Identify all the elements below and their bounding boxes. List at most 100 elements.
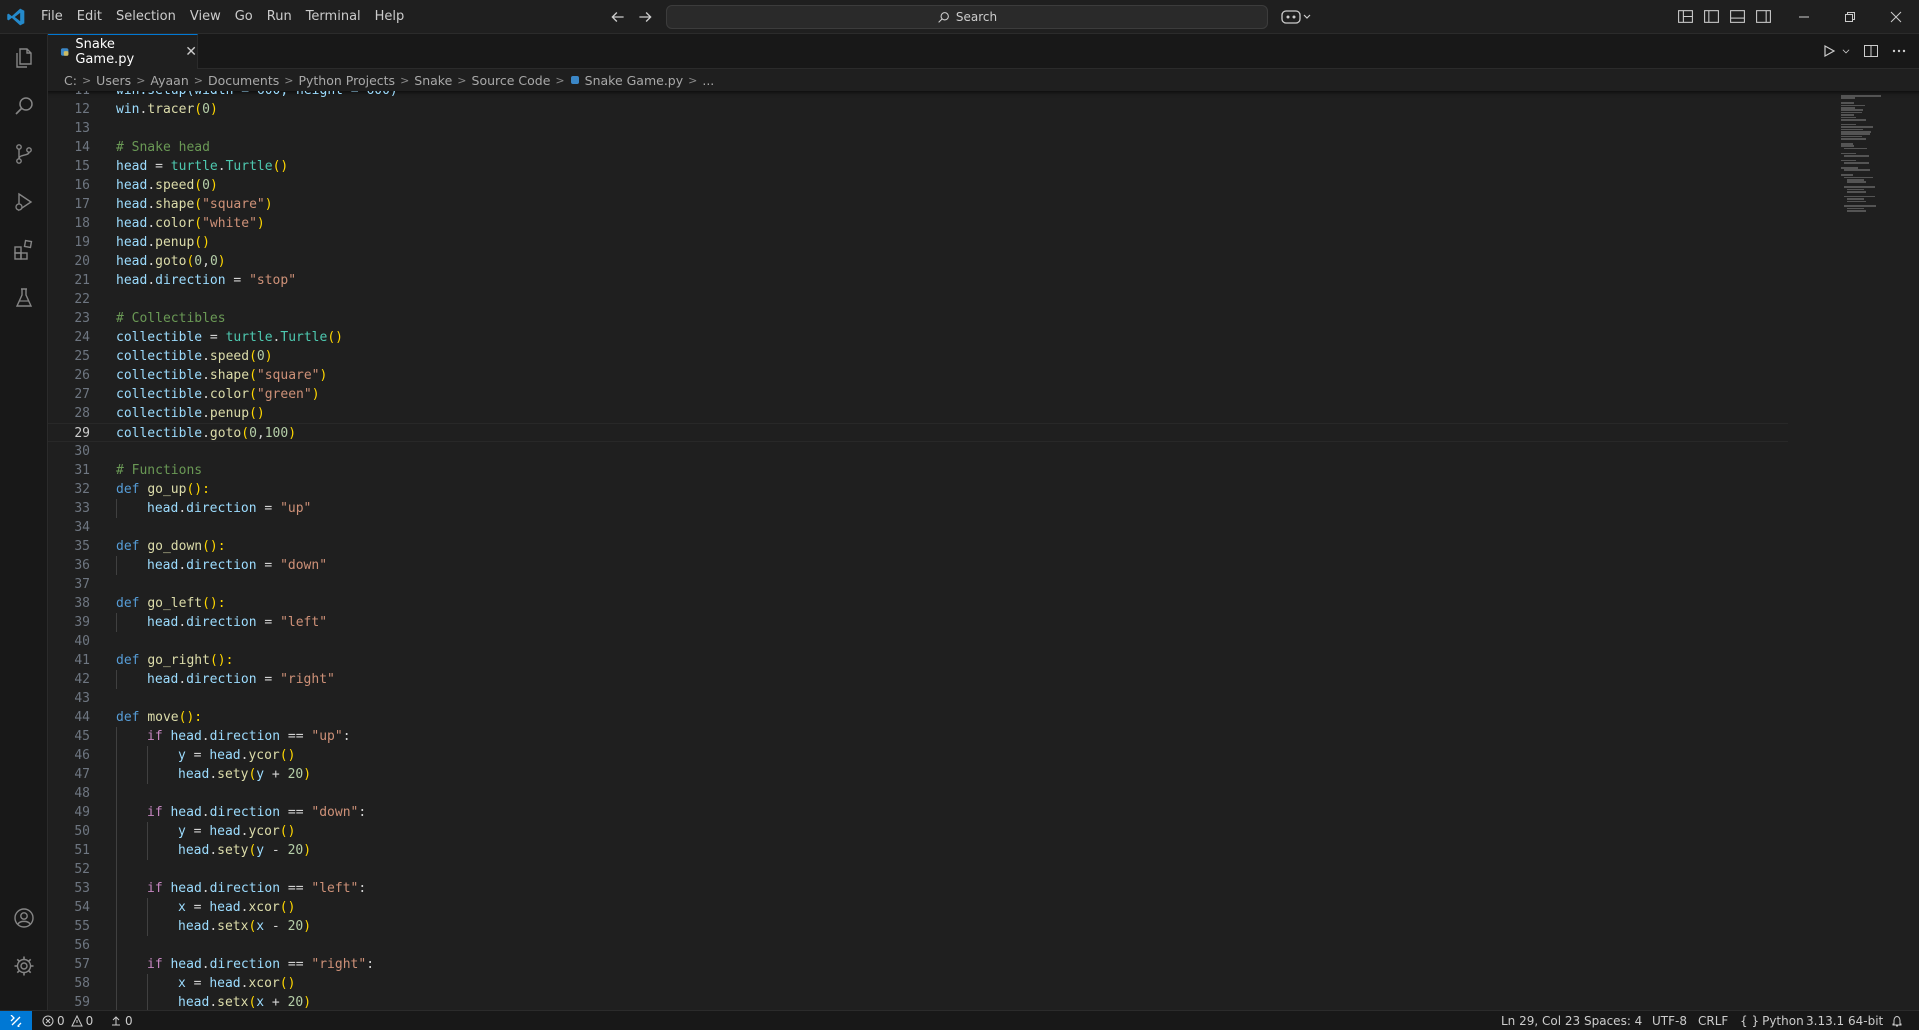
breadcrumb-ayaan[interactable]: Ayaan xyxy=(150,73,188,88)
run-icon[interactable] xyxy=(1821,43,1837,59)
run-dropdown-chevron-icon[interactable] xyxy=(1841,43,1851,59)
code-line[interactable]: 15 head = turtle.Turtle() xyxy=(48,157,1788,176)
code-line[interactable]: 38 def go_left(): xyxy=(48,594,1788,613)
language-mode[interactable]: { } Python xyxy=(1740,1011,1804,1030)
code-line[interactable]: 59 head.setx(x + 20) xyxy=(48,993,1788,1010)
code-line[interactable]: 18 head.color("white") xyxy=(48,214,1788,233)
code-line[interactable]: 48 xyxy=(48,784,1788,803)
code-line[interactable]: 46 y = head.ycor() xyxy=(48,746,1788,765)
explorer-button[interactable] xyxy=(0,34,48,82)
toggle-primary-sidebar-icon[interactable] xyxy=(1703,8,1720,25)
code-line[interactable]: 16 head.speed(0) xyxy=(48,176,1788,195)
extensions-button[interactable] xyxy=(0,226,48,274)
code-line[interactable]: 42 head.direction = "right" xyxy=(48,670,1788,689)
code-line[interactable]: 45 if head.direction == "up": xyxy=(48,727,1788,746)
code-line[interactable]: 33 head.direction = "up" xyxy=(48,499,1788,518)
remote-button[interactable] xyxy=(0,1011,32,1030)
code-line[interactable]: 55 head.setx(x - 20) xyxy=(48,917,1788,936)
code-line[interactable]: 39 head.direction = "left" xyxy=(48,613,1788,632)
breadcrumb-file[interactable]: Snake Game.py xyxy=(585,73,684,88)
breadcrumb-symbols[interactable]: ... xyxy=(702,73,714,88)
end-of-line[interactable]: CRLF xyxy=(1698,1011,1728,1030)
code-line[interactable]: 56 xyxy=(48,936,1788,955)
customize-layout-icon[interactable] xyxy=(1677,8,1694,25)
search-view-button[interactable] xyxy=(0,82,48,130)
run-debug-button[interactable] xyxy=(0,178,48,226)
code-line[interactable]: 32 def go_up(): xyxy=(48,480,1788,499)
ports-indicator[interactable]: 0 xyxy=(110,1011,133,1030)
code-line[interactable]: 12 win.tracer(0) xyxy=(48,100,1788,119)
back-arrow-icon[interactable] xyxy=(609,8,627,26)
code-line[interactable]: 25 collectible.speed(0) xyxy=(48,347,1788,366)
breadcrumb-python-projects[interactable]: Python Projects xyxy=(298,73,395,88)
menu-terminal[interactable]: Terminal xyxy=(299,0,368,34)
code-line[interactable]: 24 collectible = turtle.Turtle() xyxy=(48,328,1788,347)
code-line[interactable]: 40 xyxy=(48,632,1788,651)
code-line[interactable]: 13 xyxy=(48,119,1788,138)
minimize-button[interactable] xyxy=(1781,0,1827,34)
close-icon[interactable]: ✕ xyxy=(185,44,197,60)
code-line[interactable]: 35 def go_down(): xyxy=(48,537,1788,556)
restore-button[interactable] xyxy=(1827,0,1873,34)
accounts-button[interactable] xyxy=(0,894,48,942)
code-line[interactable]: 21 head.direction = "stop" xyxy=(48,271,1788,290)
code-line[interactable]: 36 head.direction = "down" xyxy=(48,556,1788,575)
python-interpreter[interactable]: 3.13.1 64-bit xyxy=(1806,1011,1883,1030)
notifications-button[interactable] xyxy=(1891,1011,1903,1030)
code-line[interactable]: 17 head.shape("square") xyxy=(48,195,1788,214)
code-line[interactable]: 47 head.sety(y + 20) xyxy=(48,765,1788,784)
code-line[interactable]: 49 if head.direction == "down": xyxy=(48,803,1788,822)
copilot-icon[interactable] xyxy=(1280,8,1312,26)
code-line[interactable]: 14 # Snake head xyxy=(48,138,1788,157)
forward-arrow-icon[interactable] xyxy=(636,8,654,26)
toggle-secondary-sidebar-icon[interactable] xyxy=(1755,8,1772,25)
code-line[interactable]: 52 xyxy=(48,860,1788,879)
code-line[interactable]: 44 def move(): xyxy=(48,708,1788,727)
tab-snake-game[interactable]: Snake Game.py ✕ xyxy=(48,34,198,69)
menu-edit[interactable]: Edit xyxy=(70,0,109,34)
code-line[interactable]: 43 xyxy=(48,689,1788,708)
indentation[interactable]: Spaces: 4 xyxy=(1584,1011,1642,1030)
close-window-button[interactable] xyxy=(1873,0,1919,34)
breadcrumb-source-code[interactable]: Source Code xyxy=(472,73,551,88)
breadcrumb-users[interactable]: Users xyxy=(96,73,131,88)
menu-run[interactable]: Run xyxy=(260,0,299,34)
encoding[interactable]: UTF-8 xyxy=(1652,1011,1687,1030)
code-line[interactable]: 22 xyxy=(48,290,1788,309)
code-line[interactable]: 11 win.setup(width = 600, height = 600) xyxy=(48,91,1788,100)
more-actions-icon[interactable] xyxy=(1891,43,1907,59)
menu-view[interactable]: View xyxy=(183,0,228,34)
code-line[interactable]: 41 def go_right(): xyxy=(48,651,1788,670)
code-line[interactable]: 29 collectible.goto(0,100) xyxy=(48,423,1788,442)
code-line[interactable]: 58 x = head.xcor() xyxy=(48,974,1788,993)
toggle-panel-icon[interactable] xyxy=(1729,8,1746,25)
code-line[interactable]: 34 xyxy=(48,518,1788,537)
code-line[interactable]: 37 xyxy=(48,575,1788,594)
breadcrumb-drive[interactable]: C: xyxy=(64,73,77,88)
code-line[interactable]: 23 # Collectibles xyxy=(48,309,1788,328)
code-line[interactable]: 53 if head.direction == "left": xyxy=(48,879,1788,898)
breadcrumb-snake[interactable]: Snake xyxy=(414,73,452,88)
cursor-position[interactable]: Ln 29, Col 23 xyxy=(1501,1011,1580,1030)
code-editor[interactable]: 11 win.setup(width = 600, height = 600) 12… xyxy=(48,91,1919,1010)
menu-file[interactable]: File xyxy=(34,0,70,34)
minimap[interactable] xyxy=(1841,91,1919,1010)
code-line[interactable]: 57 if head.direction == "right": xyxy=(48,955,1788,974)
menu-help[interactable]: Help xyxy=(368,0,412,34)
code-line[interactable]: 28 collectible.penup() xyxy=(48,404,1788,423)
code-line[interactable]: 20 head.goto(0,0) xyxy=(48,252,1788,271)
code-line[interactable]: 19 head.penup() xyxy=(48,233,1788,252)
code-line[interactable]: 27 collectible.color("green") xyxy=(48,385,1788,404)
code-lines[interactable]: 11 win.setup(width = 600, height = 600) 12… xyxy=(48,91,1788,1010)
breadcrumb-documents[interactable]: Documents xyxy=(208,73,279,88)
testing-button[interactable] xyxy=(0,274,48,322)
code-line[interactable]: 51 head.sety(y - 20) xyxy=(48,841,1788,860)
command-center-search[interactable]: Search xyxy=(666,5,1268,29)
code-line[interactable]: 26 collectible.shape("square") xyxy=(48,366,1788,385)
menu-go[interactable]: Go xyxy=(228,0,260,34)
code-line[interactable]: 54 x = head.xcor() xyxy=(48,898,1788,917)
problems-indicator[interactable]: 0 0 xyxy=(42,1011,93,1030)
code-line[interactable]: 30 xyxy=(48,442,1788,461)
code-line[interactable]: 50 y = head.ycor() xyxy=(48,822,1788,841)
menu-selection[interactable]: Selection xyxy=(109,0,183,34)
